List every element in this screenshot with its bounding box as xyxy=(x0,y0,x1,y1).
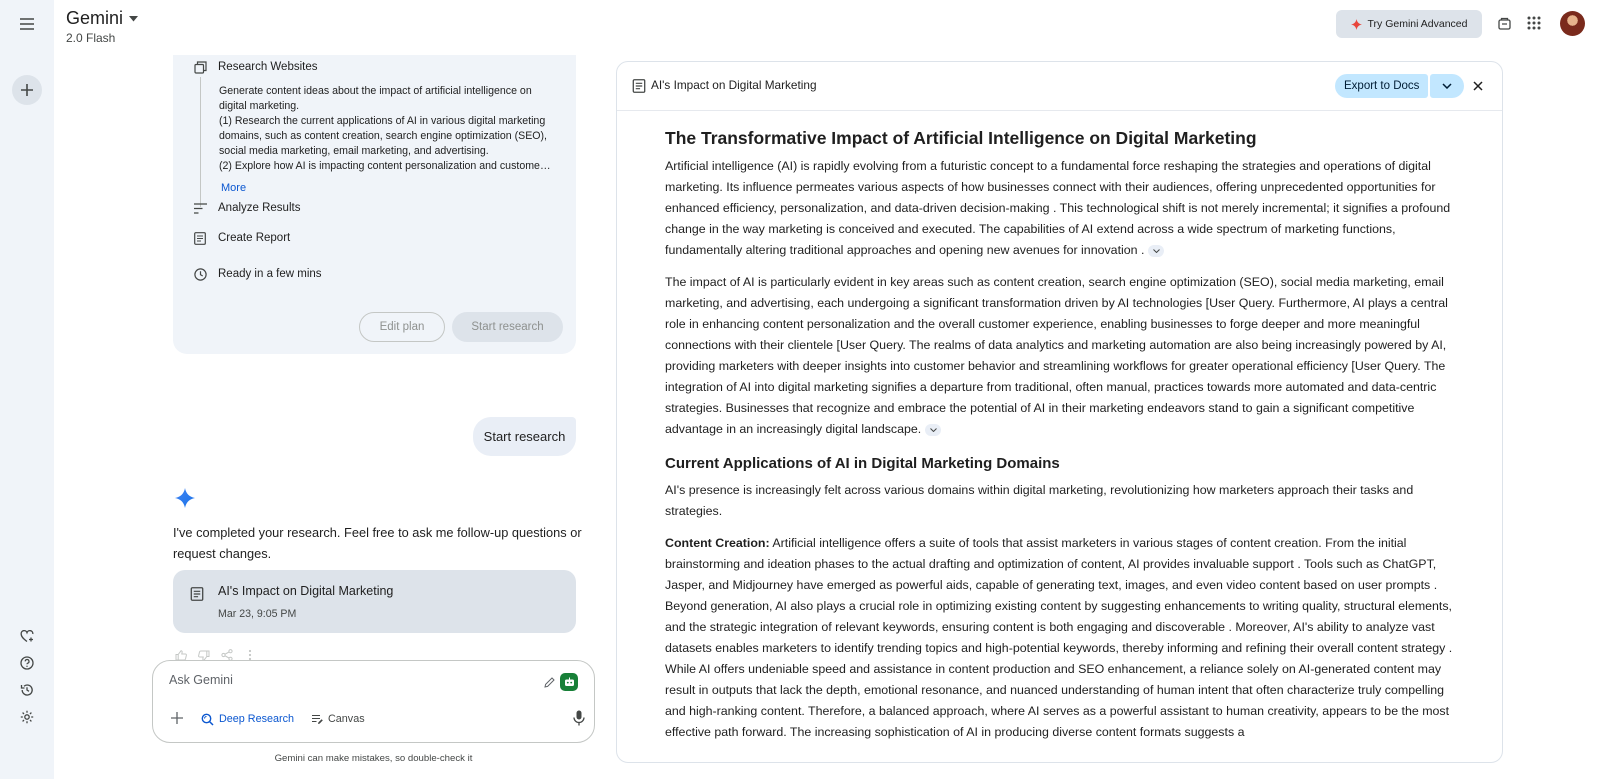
help-icon[interactable] xyxy=(17,653,37,673)
deep-research-chip[interactable]: Deep Research xyxy=(201,709,294,729)
prompt-input[interactable] xyxy=(169,673,509,687)
menu-icon[interactable] xyxy=(17,14,37,34)
paragraph-text: Artificial intelligence offers a suite o… xyxy=(665,536,1453,739)
doc-heading: The Transformative Impact of Artificial … xyxy=(665,128,1257,148)
disclaimer: Gemini can make mistakes, so double-chec… xyxy=(274,753,473,764)
chevron-down-icon xyxy=(1153,248,1160,253)
deep-research-icon xyxy=(201,713,214,726)
activity-icon[interactable] xyxy=(17,680,37,700)
plan-description: Generate content ideas about the impact … xyxy=(219,84,554,174)
plan-step-label: Research Websites xyxy=(218,61,318,73)
canvas-chip[interactable]: Canvas xyxy=(311,709,365,729)
brand[interactable]: Gemini 2.0 Flash xyxy=(66,8,139,45)
plan-description-line: social media marketing, email marketing,… xyxy=(219,145,489,157)
gemini-spark-icon xyxy=(175,488,195,508)
microphone-icon[interactable] xyxy=(571,709,587,727)
plus-icon xyxy=(21,84,33,96)
report-icon xyxy=(632,79,646,93)
export-options-button[interactable] xyxy=(1430,74,1465,98)
avatar[interactable] xyxy=(1560,11,1585,36)
clock-icon xyxy=(193,267,207,281)
research-doc-card[interactable]: AI's Impact on Digital Marketing Mar 23,… xyxy=(173,570,576,633)
user-message: Start research xyxy=(473,417,576,456)
prompt-box: Deep Research Canvas xyxy=(152,660,595,743)
doc-paragraph: Artificial intelligence (AI) is rapidly … xyxy=(665,156,1457,261)
document-body: The Transformative Impact of Artificial … xyxy=(665,124,1457,754)
report-icon xyxy=(193,231,207,245)
close-panel-button[interactable] xyxy=(1469,77,1487,95)
plan-timeline-line xyxy=(200,77,201,207)
add-files-button[interactable] xyxy=(167,708,187,728)
canvas-icon xyxy=(312,714,323,724)
plan-step-research-websites: Research Websites xyxy=(193,60,318,74)
panel-title: AI's Impact on Digital Marketing xyxy=(651,78,817,92)
plan-step-analyze-results: Analyze Results xyxy=(193,201,300,215)
app-name: Gemini xyxy=(66,8,124,28)
doc-paragraph: Content Creation: Artificial intelligenc… xyxy=(665,533,1457,743)
chevron-down-icon xyxy=(929,427,937,432)
export-to-docs-button[interactable]: Export to Docs xyxy=(1335,74,1429,98)
doc-card-date: Mar 23, 9:05 PM xyxy=(218,608,297,620)
gem-manager-icon[interactable] xyxy=(17,626,37,646)
paragraph-text: Artificial intelligence (AI) is rapidly … xyxy=(665,159,1451,257)
try-advanced-label: Try Gemini Advanced xyxy=(1367,18,1468,30)
research-plan-card: Research Websites Generate content ideas… xyxy=(173,55,576,354)
settings-icon[interactable] xyxy=(17,707,37,727)
deep-research-label: Deep Research xyxy=(219,713,295,725)
apps-grid-icon[interactable] xyxy=(1524,13,1544,33)
doc-subheading: Current Applications of AI in Digital Ma… xyxy=(665,455,1060,472)
plan-step-label: Create Report xyxy=(218,232,291,244)
assistant-reply: I've completed your research. Feel free … xyxy=(173,525,582,561)
extension-icons xyxy=(542,673,578,691)
plan-step-ready: Ready in a few mins xyxy=(193,267,322,281)
paragraph-text: The impact of AI is particularly evident… xyxy=(665,275,1448,436)
paragraph-label: Content Creation: xyxy=(665,536,770,550)
panel-header: AI's Impact on Digital Marketing Export … xyxy=(617,62,1502,111)
doc-paragraph: AI's presence is increasingly felt acros… xyxy=(665,483,1414,518)
web-search-icon xyxy=(193,60,207,74)
plan-description-line: domains, such as content creation, searc… xyxy=(219,130,547,142)
plan-step-create-report: Create Report xyxy=(193,231,290,245)
plus-icon xyxy=(171,712,183,724)
plan-step-label: Analyze Results xyxy=(218,202,301,214)
plan-description-line: (1) Research the current applications of… xyxy=(219,115,546,127)
model-label: 2.0 Flash xyxy=(66,31,116,45)
doc-card-title: AI's Impact on Digital Marketing xyxy=(218,584,394,598)
canvas-label: Canvas xyxy=(328,713,365,725)
more-link[interactable]: More xyxy=(221,182,246,194)
citation-toggle[interactable] xyxy=(925,423,942,436)
sort-icon xyxy=(193,201,207,215)
close-icon xyxy=(1473,81,1483,91)
try-gemini-advanced-button[interactable]: Try Gemini Advanced xyxy=(1336,10,1482,38)
edit-plan-button[interactable]: Edit plan xyxy=(359,312,445,342)
left-rail xyxy=(0,0,54,779)
caret-down-icon xyxy=(129,15,139,21)
report-icon xyxy=(190,587,204,601)
pencil-icon[interactable] xyxy=(542,675,556,689)
doc-paragraph: The impact of AI is particularly evident… xyxy=(665,272,1457,440)
plan-step-label: Ready in a few mins xyxy=(218,268,322,280)
chevron-down-icon xyxy=(1442,83,1452,89)
plan-description-line: (2) Explore how AI is impacting content … xyxy=(219,160,554,172)
export-group: Export to Docs xyxy=(1335,74,1465,98)
document-panel: AI's Impact on Digital Marketing Export … xyxy=(616,61,1503,763)
plan-description-line: Generate content ideas about the impact … xyxy=(219,85,532,97)
temporary-chat-icon[interactable] xyxy=(1494,13,1514,33)
gemini-spark-icon xyxy=(1350,18,1362,30)
extension-robot-icon[interactable] xyxy=(560,673,578,691)
new-chat-button[interactable] xyxy=(12,75,42,105)
citation-toggle[interactable] xyxy=(1148,244,1165,257)
plan-description-line: digital marketing. xyxy=(219,100,300,112)
start-research-button[interactable]: Start research xyxy=(452,312,563,342)
